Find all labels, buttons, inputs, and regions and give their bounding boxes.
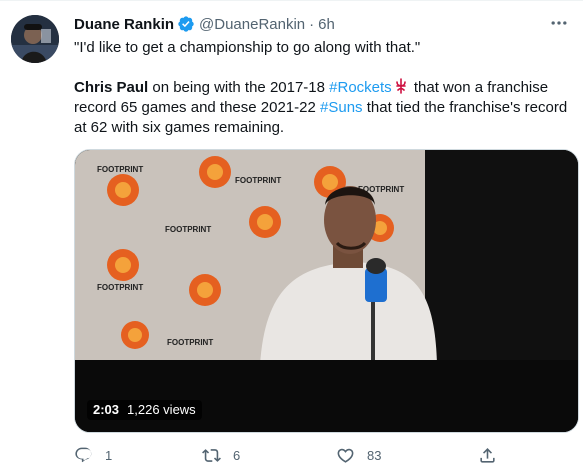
avatar-photo — [11, 15, 59, 63]
video-duration: 2:03 — [93, 402, 120, 417]
reply-count: 1 — [105, 447, 113, 463]
backdrop-text: FOOTPRINT — [235, 176, 281, 185]
separator-dot: · — [309, 15, 315, 33]
video-thumbnail: FOOTPRINT FOOTPRINT FOOTPRINT FOOTPRINT … — [75, 150, 578, 432]
retweet-button[interactable]: 6 — [202, 444, 240, 466]
tweet-body-text: Chris Paul on being with the 2017-18 #Ro… — [74, 78, 574, 138]
heart-icon — [337, 448, 354, 463]
like-button[interactable]: 83 — [336, 444, 381, 466]
retweet-icon — [202, 448, 221, 462]
video-view-count: 1,226 views — [127, 402, 196, 417]
tweet-actions: 1 6 83 — [74, 444, 554, 466]
share-button[interactable] — [478, 444, 497, 466]
video-player[interactable]: FOOTPRINT FOOTPRINT FOOTPRINT FOOTPRINT … — [74, 149, 579, 433]
tweet-header: Duane Rankin @DuaneRankin · 6h — [74, 14, 335, 34]
tweet-text-part: on being with the 2017-18 — [148, 79, 330, 96]
video-info-badge: 2:03 1,226 views — [87, 400, 202, 420]
tweet-timestamp[interactable]: 6h — [318, 16, 335, 33]
backdrop-text: FOOTPRINT — [97, 165, 143, 174]
tweet-card[interactable]: Duane Rankin @DuaneRankin · 6h "I'd like… — [0, 0, 583, 470]
like-count: 83 — [367, 447, 382, 463]
verified-badge-icon — [178, 16, 194, 32]
reply-button[interactable]: 1 — [74, 444, 112, 466]
retweet-count: 6 — [233, 447, 241, 463]
author-handle[interactable]: @DuaneRankin — [199, 16, 305, 33]
display-name[interactable]: Duane Rankin — [74, 16, 174, 33]
share-icon — [480, 447, 495, 463]
hashtag-suns[interactable]: #Suns — [320, 99, 363, 116]
backdrop-text: FOOTPRINT — [167, 338, 213, 347]
more-icon — [551, 21, 567, 25]
rockets-logo-icon — [395, 78, 406, 94]
tweet-quote-text: "I'd like to get a championship to go al… — [74, 39, 421, 56]
backdrop-text: FOOTPRINT — [97, 283, 143, 292]
more-options-button[interactable] — [547, 13, 571, 33]
reply-icon — [75, 447, 92, 462]
avatar[interactable] — [11, 15, 59, 63]
hashtag-rockets[interactable]: #Rockets — [329, 79, 392, 96]
backdrop-text: FOOTPRINT — [165, 225, 211, 234]
mention-name: Chris Paul — [74, 79, 149, 96]
